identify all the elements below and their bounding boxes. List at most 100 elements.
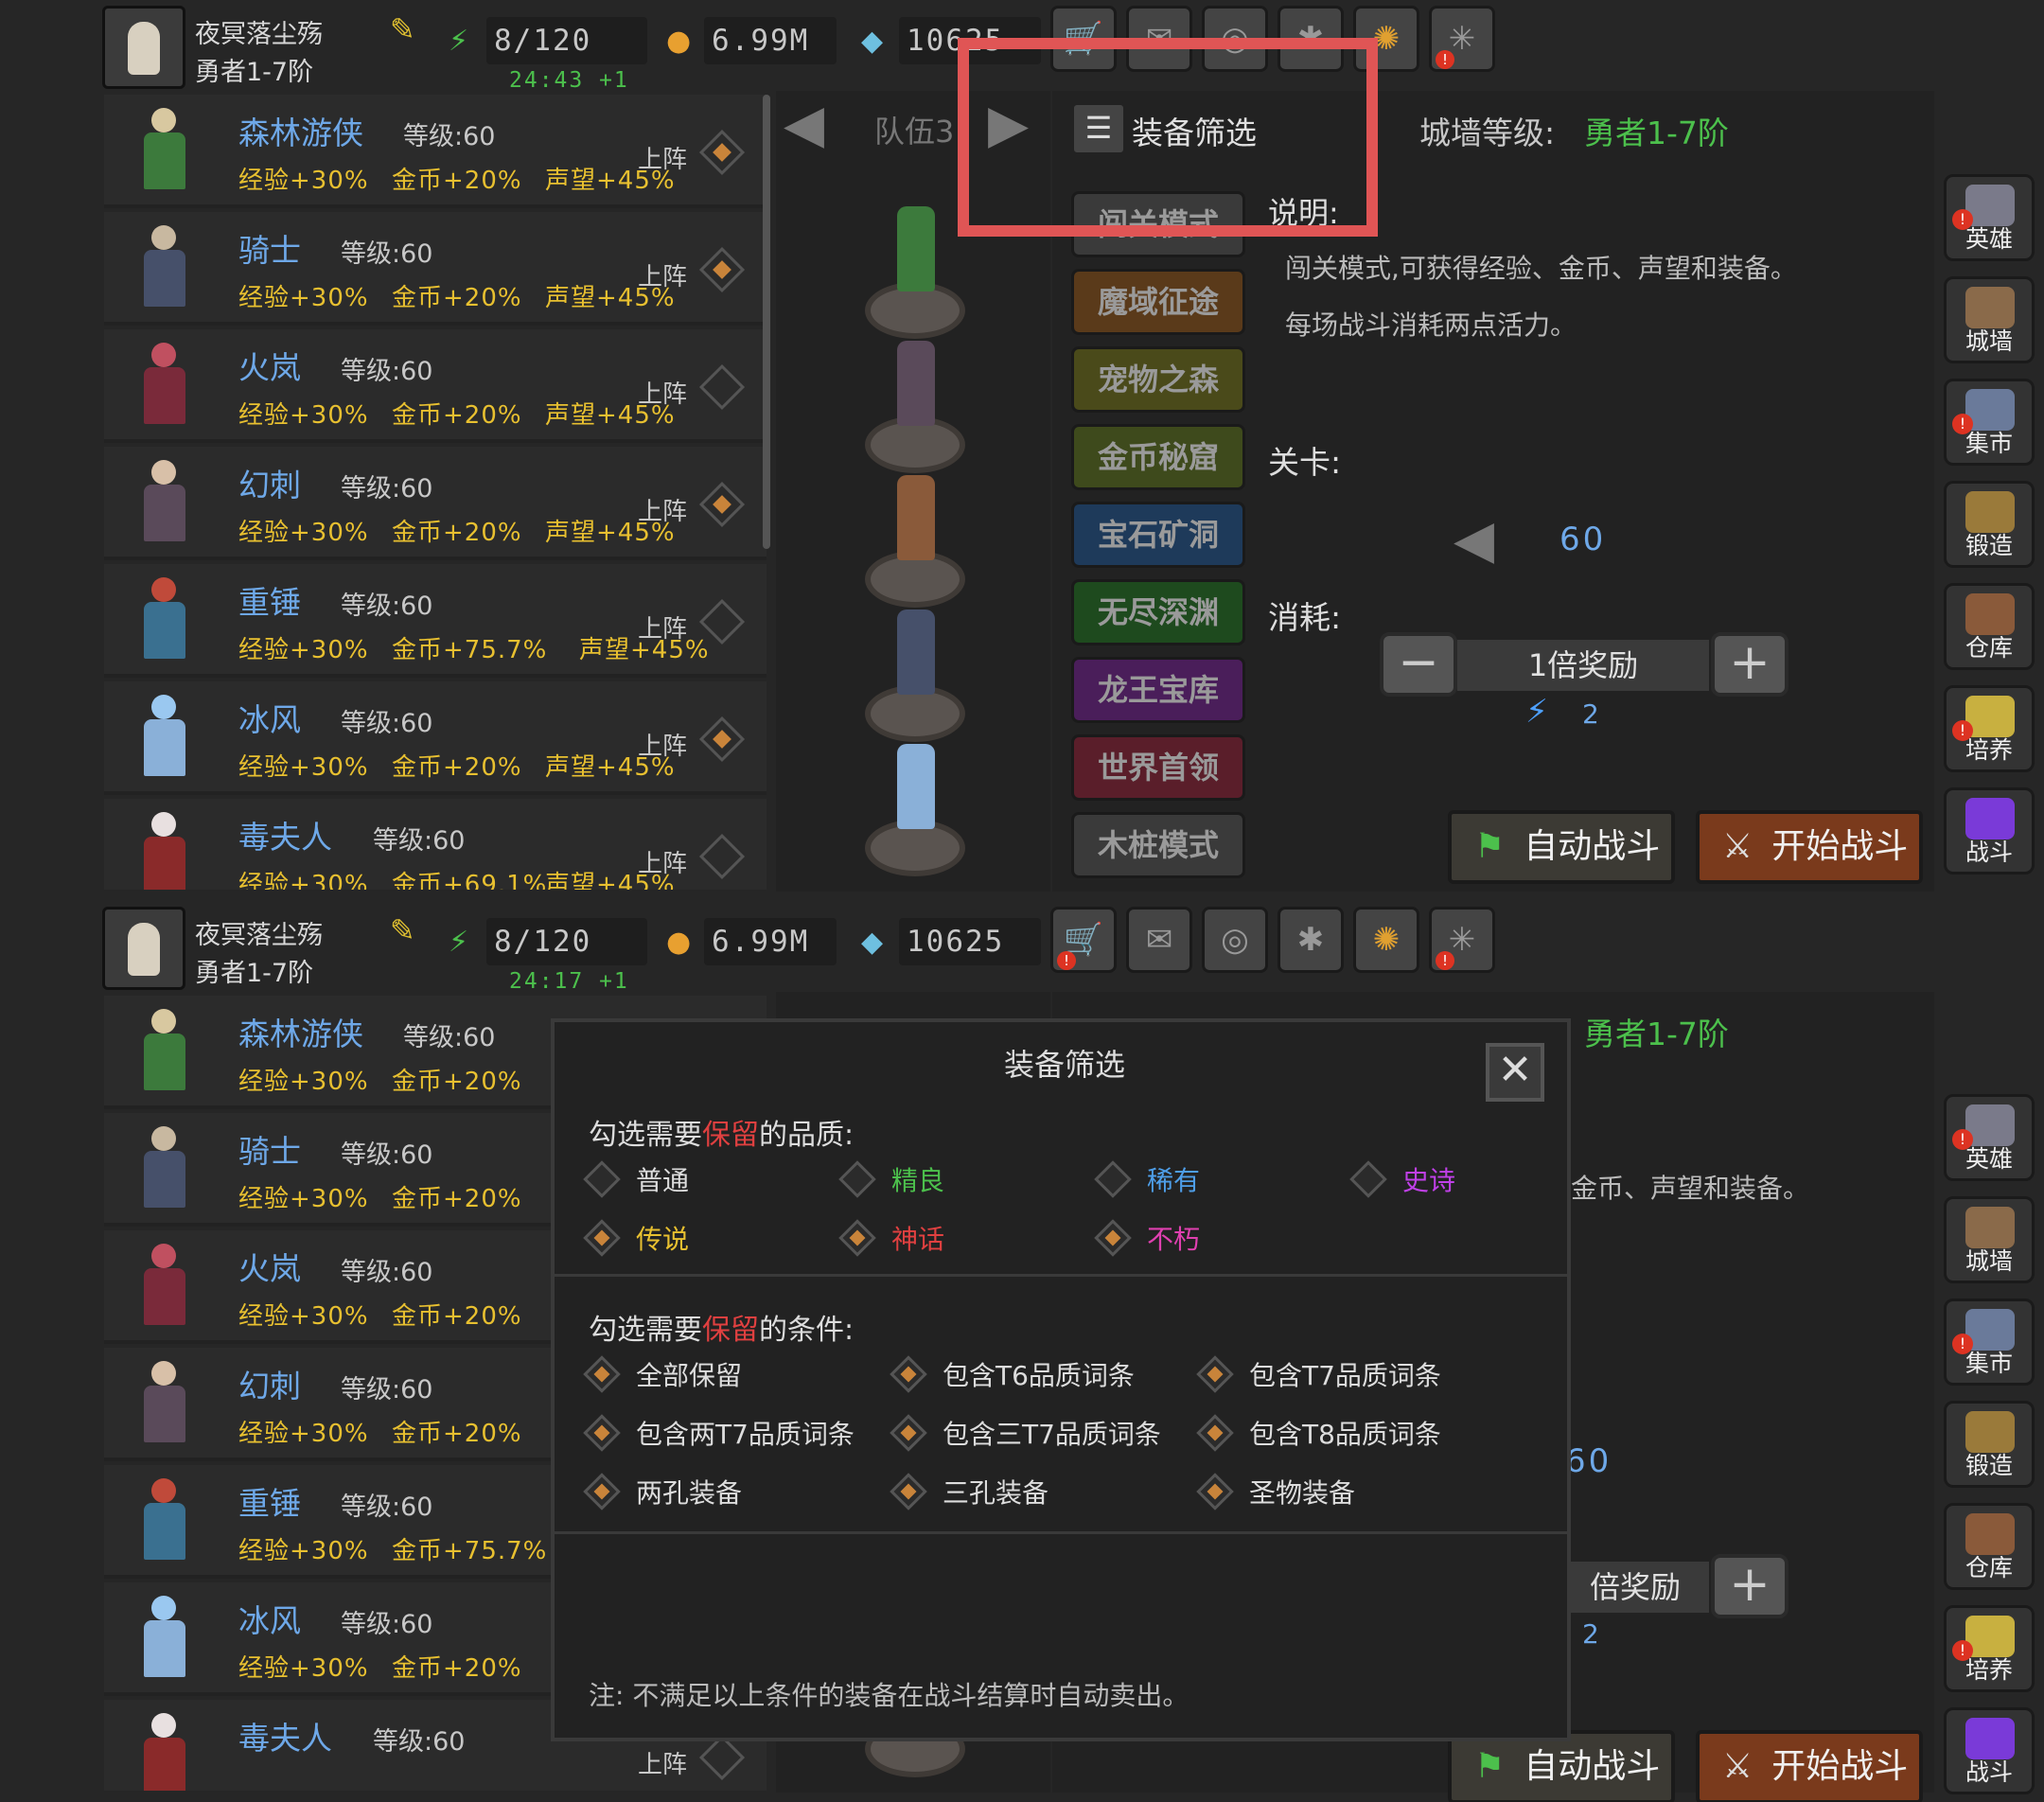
sidebar-item-wall[interactable]: 城墙 <box>1944 276 2035 363</box>
condition-option[interactable]: 包含T6品质词条 <box>890 1355 1135 1393</box>
hero-row[interactable]: 冰风 等级:60 经验+30% 金币+20% 声望+45% 上阵 <box>104 681 766 795</box>
condition-option[interactable]: 全部保留 <box>583 1355 742 1393</box>
condition-option[interactable]: 包含T7品质词条 <box>1196 1355 1441 1393</box>
condition-option[interactable]: 包含两T7品质词条 <box>583 1414 855 1452</box>
quality-option[interactable]: 史诗 <box>1349 1160 1455 1198</box>
mode-button[interactable]: 魔域征途 <box>1071 269 1245 335</box>
quality-option[interactable]: 稀有 <box>1094 1160 1200 1198</box>
checkbox[interactable] <box>838 1219 876 1257</box>
checkbox[interactable] <box>1196 1473 1234 1510</box>
checkbox[interactable] <box>583 1355 621 1393</box>
condition-option[interactable]: 两孔装备 <box>583 1473 742 1510</box>
quality-option[interactable]: 普通 <box>583 1160 689 1198</box>
checkbox[interactable] <box>890 1355 927 1393</box>
sidebar-item-train[interactable]: ! 培养 <box>1944 685 2035 772</box>
hero-row[interactable]: 毒夫人 等级:60 经验+30% 金币+69.1% 声望+45% 上阵 <box>104 799 766 890</box>
hero-list-scrollbar[interactable] <box>763 95 770 549</box>
start-battle-button[interactable]: ⚔ 开始战斗 <box>1696 810 1923 884</box>
condition-option[interactable]: 三孔装备 <box>890 1473 1048 1510</box>
team-slot[interactable] <box>865 600 965 742</box>
quality-option[interactable]: 神话 <box>838 1219 944 1257</box>
sidebar-item-market[interactable]: ! 集市 <box>1944 1298 2035 1386</box>
avatar[interactable] <box>102 907 185 990</box>
quality-option[interactable]: 传说 <box>583 1219 689 1257</box>
edit-icon[interactable]: ✎ <box>390 912 415 948</box>
mode-button[interactable]: 宠物之森 <box>1071 346 1245 413</box>
sidebar-item-wall[interactable]: 城墙 <box>1944 1196 2035 1283</box>
checkbox[interactable] <box>583 1473 621 1510</box>
team-slot[interactable] <box>865 466 965 608</box>
checkbox[interactable] <box>1196 1355 1234 1393</box>
cost-value: 2 <box>1582 698 1599 730</box>
hero-row[interactable]: 火岚 等级:60 经验+30% 金币+20% 声望+45% 上阵 <box>104 329 766 443</box>
close-button[interactable]: ✕ <box>1486 1043 1544 1102</box>
edit-icon[interactable]: ✎ <box>390 11 415 47</box>
checkbox[interactable] <box>583 1219 621 1257</box>
mode-button[interactable]: 木桩模式 <box>1071 812 1245 878</box>
sidebar-item-market[interactable]: ! 集市 <box>1944 379 2035 466</box>
sidebar-item-heroes[interactable]: ! 英雄 <box>1944 174 2035 261</box>
checkbox[interactable] <box>1094 1219 1132 1257</box>
checkbox[interactable] <box>890 1414 927 1452</box>
description-line: 闯关模式,可获得经验、金币、声望和装备。 <box>1285 253 1797 284</box>
deploy-checkbox[interactable] <box>698 363 746 411</box>
start-battle-button[interactable]: ⚔ 开始战斗 <box>1696 1730 1923 1802</box>
aperture-button[interactable]: ✺ <box>1353 907 1419 973</box>
mode-button[interactable]: 世界首领 <box>1071 734 1245 801</box>
multiplier-plus-button[interactable]: + <box>1711 632 1788 697</box>
multiplier-value: 1倍奖励 <box>1457 640 1709 691</box>
quality-option[interactable]: 不朽 <box>1094 1219 1200 1257</box>
sidebar-item-forge[interactable]: 锻造 <box>1944 481 2035 568</box>
sidebar-item-battle[interactable]: 战斗 <box>1944 787 2035 874</box>
checkbox[interactable] <box>583 1414 621 1452</box>
deploy-checkbox[interactable] <box>698 129 746 176</box>
stage-value: 60 <box>1559 521 1607 558</box>
hero-sprite <box>127 1122 203 1221</box>
sidebar-item-warehouse[interactable]: 仓库 <box>1944 1503 2035 1590</box>
team-slot[interactable] <box>865 331 965 473</box>
hero-row[interactable]: 森林游侠 等级:60 经验+30% 金币+20% 声望+45% 上阵 <box>104 95 766 208</box>
team-slot[interactable] <box>865 734 965 876</box>
deploy-checkbox[interactable] <box>698 716 746 763</box>
condition-option[interactable]: 圣物装备 <box>1196 1473 1355 1510</box>
checkbox[interactable] <box>890 1473 927 1510</box>
mode-button[interactable]: 无尽深渊 <box>1071 579 1245 645</box>
auto-battle-button[interactable]: ⚑ 自动战斗 <box>1448 810 1675 884</box>
avatar[interactable] <box>102 6 185 89</box>
hero-row[interactable]: 骑士 等级:60 经验+30% 金币+20% 声望+45% 上阵 <box>104 212 766 326</box>
multiplier-plus-button[interactable]: + <box>1711 1554 1788 1618</box>
hero-row[interactable]: 重锤 等级:60 经验+30% 金币+75.7% 声望+45% 上阵 <box>104 564 766 678</box>
multiplier-minus-button[interactable]: − <box>1380 632 1457 697</box>
deploy-checkbox[interactable] <box>698 833 746 880</box>
hero-level: 等级:60 <box>341 239 433 269</box>
deploy-checkbox[interactable] <box>698 1734 746 1781</box>
checkbox[interactable] <box>1349 1160 1387 1198</box>
team-slot[interactable] <box>865 197 965 339</box>
mail-button[interactable]: ✉ <box>1126 907 1192 973</box>
condition-option[interactable]: 包含T8品质词条 <box>1196 1414 1441 1452</box>
mode-button[interactable]: 金币秘窟 <box>1071 424 1245 490</box>
sidebar-item-warehouse[interactable]: 仓库 <box>1944 583 2035 670</box>
settings-button[interactable]: ✱ <box>1278 907 1344 973</box>
sidebar-item-heroes[interactable]: ! 英雄 <box>1944 1094 2035 1181</box>
stage-prev-arrow-icon[interactable]: ◀ <box>1454 509 1494 571</box>
quality-option[interactable]: 精良 <box>838 1160 944 1198</box>
sidebar-item-forge[interactable]: 锻造 <box>1944 1401 2035 1488</box>
team-prev-arrow-icon[interactable]: ◀ <box>784 95 844 155</box>
hero-row[interactable]: 幻刺 等级:60 经验+30% 金币+20% 声望+45% 上阵 <box>104 447 766 560</box>
condition-option[interactable]: 包含三T7品质词条 <box>890 1414 1161 1452</box>
deploy-checkbox[interactable] <box>698 246 746 293</box>
deploy-checkbox[interactable] <box>698 481 746 528</box>
sidebar-item-battle[interactable]: 战斗 <box>1944 1707 2035 1794</box>
checkbox[interactable] <box>583 1160 621 1198</box>
mode-button[interactable]: 龙王宝库 <box>1071 657 1245 723</box>
checkbox[interactable] <box>1094 1160 1132 1198</box>
checkbox[interactable] <box>1196 1414 1234 1452</box>
firework-button[interactable]: ✳! <box>1429 907 1495 973</box>
sidebar-item-train[interactable]: ! 培养 <box>1944 1605 2035 1692</box>
mode-button[interactable]: 宝石矿洞 <box>1071 502 1245 568</box>
firework-button[interactable]: ✳! <box>1429 6 1495 72</box>
gamepad-button[interactable]: ◎ <box>1202 907 1268 973</box>
shop-button[interactable]: 🛒! <box>1050 907 1117 973</box>
checkbox[interactable] <box>838 1160 876 1198</box>
